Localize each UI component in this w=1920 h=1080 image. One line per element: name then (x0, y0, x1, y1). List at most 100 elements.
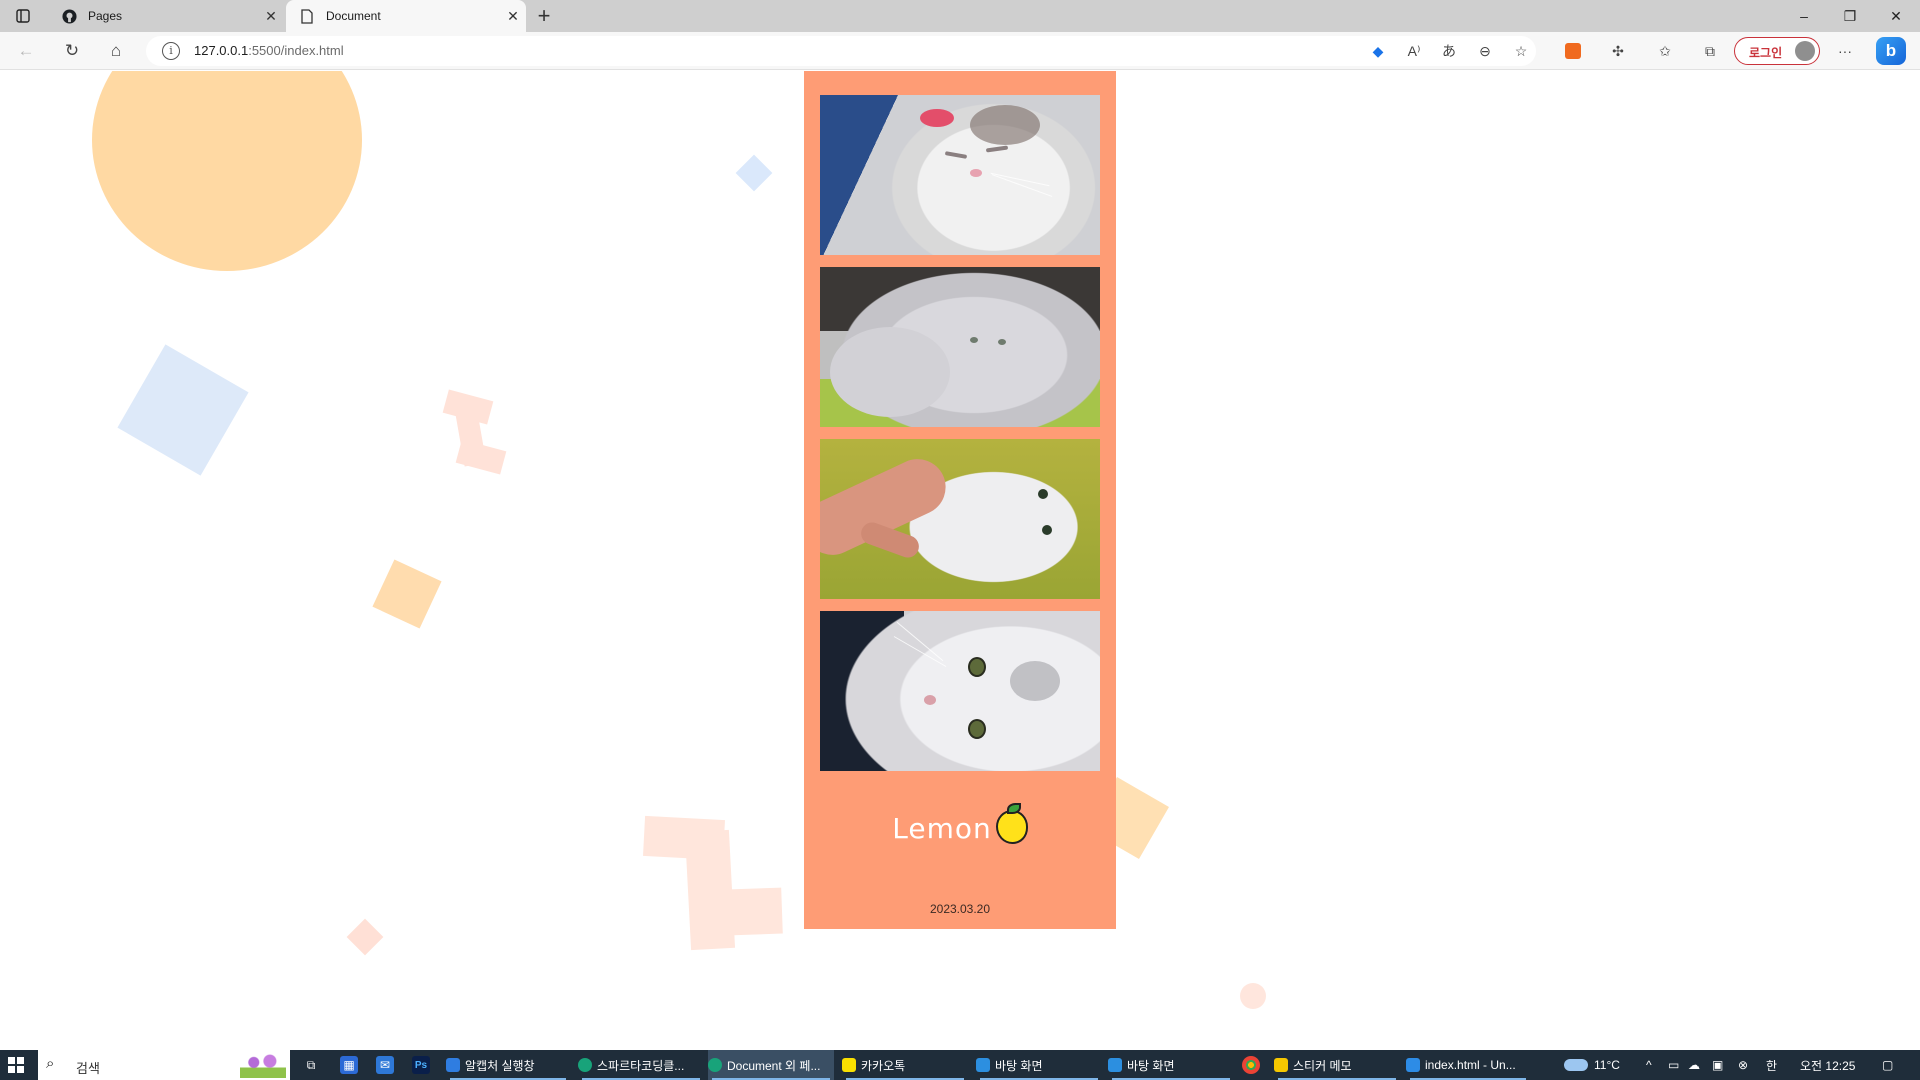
url-text[interactable]: 127.0.0.1:5500/index.html (194, 43, 344, 58)
ime-indicator[interactable]: 한 (1766, 1050, 1777, 1080)
search-placeholder: 검색 (76, 1061, 100, 1076)
app-label: 바탕 화면 (1127, 1058, 1175, 1073)
zoom-out-icon[interactable]: ⊖ (1472, 38, 1498, 64)
strip-title: Lemon (804, 803, 1116, 845)
url-host: 127.0.0.1 (194, 43, 249, 58)
monitor-icon[interactable]: ▣ (1712, 1050, 1723, 1080)
alcapture-icon (446, 1058, 460, 1072)
app-label: 스티커 메모 (1293, 1058, 1352, 1073)
mute-icon[interactable]: ⊗ (1738, 1050, 1748, 1080)
address-bar[interactable]: i 127.0.0.1:5500/index.html (146, 36, 1536, 66)
bing-icon[interactable]: b (1876, 37, 1906, 65)
sticky-notes-icon (1274, 1058, 1288, 1072)
tab-actions-icon[interactable] (10, 6, 36, 26)
close-window-icon[interactable]: ✕ (1874, 0, 1918, 32)
taskbar-app-kakaotalk[interactable]: 카카오톡 (842, 1050, 968, 1080)
decor-square (117, 344, 249, 476)
app-label: 알캡처 실행창 (465, 1058, 535, 1073)
search-highlight-icon (240, 1052, 286, 1078)
taskbar-app-document[interactable]: Document 외 페... (708, 1050, 834, 1080)
app-label: 바탕 화면 (995, 1058, 1043, 1073)
cat-photo-2 (820, 267, 1100, 427)
taskbar-app-sticky-notes[interactable]: 스티커 메모 (1274, 1050, 1400, 1080)
decor-diamond (346, 918, 384, 956)
clock[interactable]: 오전 12:25 (1800, 1050, 1855, 1080)
github-icon (58, 8, 80, 24)
browser-toolbar: ← ↻ ⌂ i 127.0.0.1:5500/index.html ◆ A⁾ あ… (0, 32, 1920, 70)
refresh-icon[interactable]: ↻ (58, 38, 86, 64)
usb-icon[interactable]: ▭ (1668, 1050, 1679, 1080)
avatar-icon (1795, 41, 1815, 61)
tab-title: Pages (88, 9, 123, 23)
tab-document[interactable]: Document ✕ (286, 0, 526, 32)
weather-widget[interactable]: 11°C (1564, 1050, 1620, 1080)
network-app-icon[interactable]: ☁ (1688, 1050, 1700, 1080)
weather-text: 11°C (1594, 1058, 1620, 1072)
extension-icon[interactable] (1560, 38, 1586, 64)
close-tab-icon[interactable]: ✕ (500, 8, 526, 25)
edge-icon (578, 1058, 592, 1072)
translate-icon[interactable]: あ (1436, 38, 1462, 64)
taskbar-search[interactable]: ⌕ 검색 (38, 1050, 290, 1080)
notifications-icon[interactable]: ▢ (1882, 1050, 1893, 1080)
close-tab-icon[interactable]: ✕ (258, 8, 284, 25)
login-button[interactable]: 로그인 (1734, 37, 1820, 65)
tab-bar: Pages ✕ Document ✕ + – ❐ ✕ (0, 0, 1920, 32)
desktop-icon (1108, 1058, 1122, 1072)
home-icon[interactable]: ⌂ (102, 38, 130, 64)
cat-photo-1 (820, 95, 1100, 255)
taskbar: ⌕ 검색 ⧉ ▦ ✉ Ps 알캡처 실행창 스파르타코딩클... Documen… (0, 1050, 1920, 1080)
taskbar-app-desktop[interactable]: 바탕 화면 (976, 1050, 1102, 1080)
app-label: 스파르타코딩클... (597, 1058, 685, 1073)
chrome-icon[interactable] (1242, 1056, 1260, 1074)
app-label: Document 외 페... (727, 1058, 821, 1073)
taskbar-app-alcapture[interactable]: 알캡처 실행창 (446, 1050, 570, 1080)
mail-icon[interactable]: ✉ (376, 1056, 394, 1074)
restore-icon[interactable]: ❐ (1828, 0, 1872, 32)
strip-date: 2023.03.20 (929, 902, 991, 916)
tab-pages[interactable]: Pages ✕ (48, 0, 284, 32)
back-icon[interactable]: ← (12, 38, 40, 64)
decor-circle (92, 71, 362, 271)
desktop-icon (976, 1058, 990, 1072)
tab-title: Document (326, 9, 381, 23)
page-icon (296, 8, 318, 24)
favorites-icon[interactable]: ✩ (1652, 38, 1678, 64)
cat-photo-3 (820, 439, 1100, 599)
photo-strip: Lemon 2023.03.20 (804, 71, 1116, 929)
new-tab-button[interactable]: + (530, 3, 558, 29)
cat-photo-4 (820, 611, 1100, 771)
page-viewport: Lemon 2023.03.20 (0, 71, 1920, 1050)
task-view-icon[interactable]: ⧉ (302, 1056, 320, 1074)
url-path: :5500/index.html (248, 43, 344, 58)
app-label: 카카오톡 (861, 1058, 906, 1073)
site-info-icon[interactable]: i (162, 42, 180, 60)
taskbar-app-vscode[interactable]: index.html - Un... (1406, 1050, 1530, 1080)
add-favorite-icon[interactable]: ☆ (1508, 38, 1534, 64)
search-icon: ⌕ (46, 1055, 55, 1072)
minimize-icon[interactable]: – (1782, 0, 1826, 32)
login-label: 로그인 (1749, 46, 1783, 60)
edge-icon (708, 1058, 722, 1072)
decor-dot (1240, 983, 1266, 1009)
vscode-icon (1406, 1058, 1420, 1072)
app-label: index.html - Un... (1425, 1058, 1516, 1072)
taskbar-app-desktop-2[interactable]: 바탕 화면 (1108, 1050, 1234, 1080)
windows-start-icon[interactable] (8, 1057, 24, 1073)
lemon-icon (995, 803, 1028, 844)
decor-diamond (735, 154, 773, 192)
collections-icon[interactable]: ⧉ (1697, 38, 1723, 64)
show-hidden-icons[interactable]: ^ (1646, 1050, 1652, 1080)
decor-square (372, 559, 442, 629)
read-aloud-icon[interactable]: A⁾ (1401, 38, 1427, 64)
photoshop-icon[interactable]: Ps (412, 1056, 430, 1074)
title-text: Lemon (892, 812, 992, 845)
decor-bar (455, 439, 507, 475)
tag-icon[interactable]: ◆ (1365, 38, 1391, 64)
taskbar-app-sparta[interactable]: 스파르타코딩클... (578, 1050, 704, 1080)
decor-bar (699, 887, 783, 937)
kakaotalk-icon (842, 1058, 856, 1072)
more-menu-icon[interactable]: ··· (1832, 38, 1858, 64)
store-icon[interactable]: ▦ (340, 1056, 358, 1074)
extensions-puzzle-icon[interactable]: ✣ (1605, 38, 1631, 64)
